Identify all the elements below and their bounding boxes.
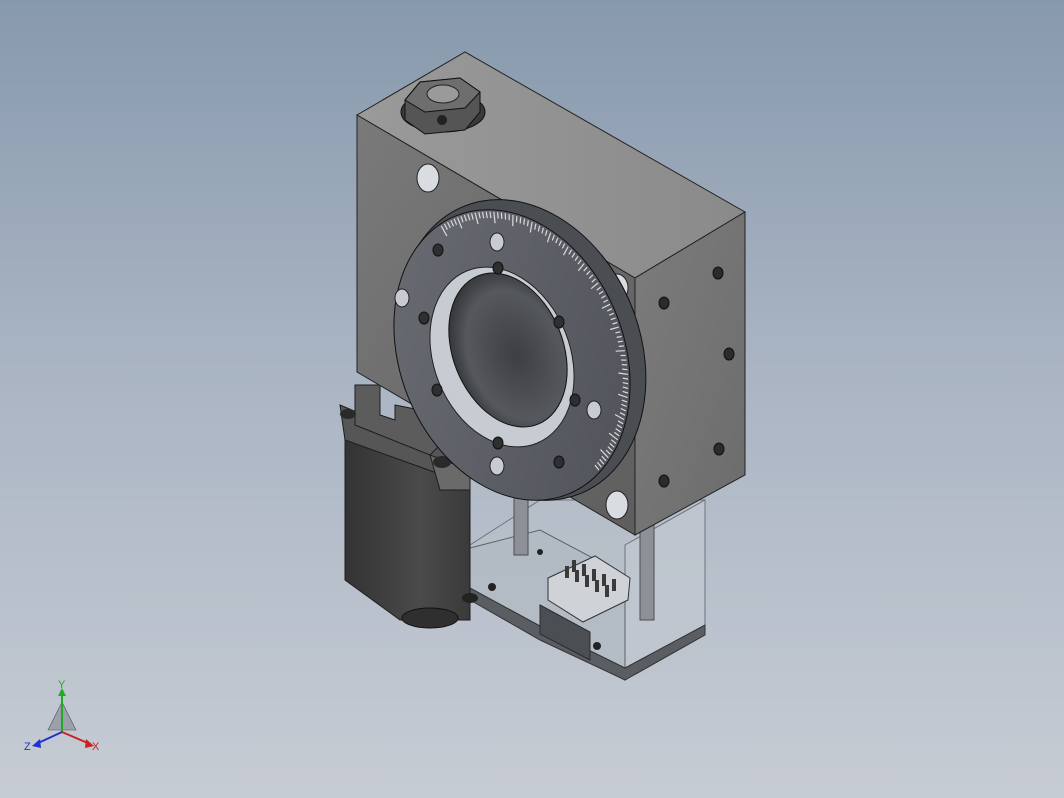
reference-triad: Y X Z bbox=[24, 680, 100, 753]
x-axis-label: X bbox=[92, 741, 100, 753]
graphics-viewport[interactable]: Y X Z bbox=[0, 0, 1064, 798]
scale-tick bbox=[617, 340, 623, 343]
y-axis-label: Y bbox=[58, 680, 66, 691]
z-axis-label: Z bbox=[24, 741, 31, 753]
scale-tick bbox=[622, 368, 628, 371]
scale-tick bbox=[497, 212, 499, 219]
cad-model[interactable] bbox=[0, 0, 1064, 798]
scale-tick bbox=[615, 350, 625, 352]
z-arrow-icon bbox=[32, 739, 41, 748]
scale-tick bbox=[523, 218, 526, 225]
scale-tick bbox=[526, 220, 529, 227]
